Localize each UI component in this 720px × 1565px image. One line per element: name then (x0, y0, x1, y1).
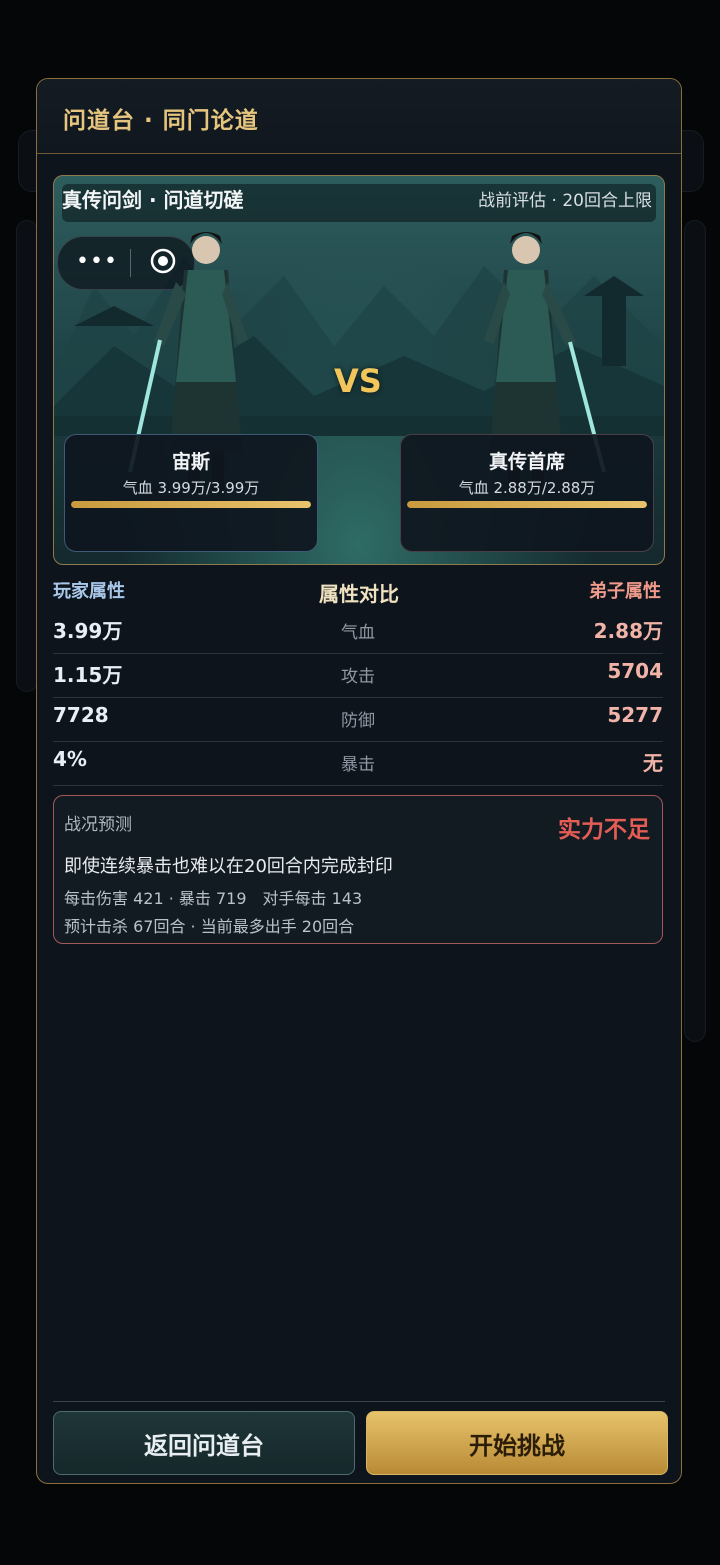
attribute-name: 攻击 (341, 667, 375, 687)
footer-divider (53, 1401, 665, 1402)
battle-scene: 真传问剑 · 问道切磋 战前评估 · 20回合上限 ••• VS 宙斯 气血 3… (53, 175, 665, 565)
opponent-value: 5704 (607, 659, 663, 683)
challenge-modal: 问道台 · 同门论道 真传问剑 · 问道切磋 战前评估 · 20回合上限 ••• (36, 78, 682, 1484)
player-hp-bar (71, 501, 311, 508)
prediction-damage-detail: 每击伤害 421 · 暴击 719 对手每击 143 (64, 889, 363, 908)
player-hp-fill (71, 501, 311, 508)
opponent-hp-bar (407, 501, 647, 508)
start-challenge-button[interactable]: 开始挑战 (366, 1411, 668, 1475)
opponent-name: 真传首席 (488, 451, 565, 473)
opponent-value: 无 (643, 751, 663, 775)
opponent-hp-fill (407, 501, 647, 508)
attribute-row: 7728 防御 5277 (53, 697, 663, 742)
back-button[interactable]: 返回问道台 (53, 1411, 355, 1475)
modal-title: 问道台 · 同门论道 (63, 108, 259, 134)
attribute-row: 3.99万 气血 2.88万 (53, 609, 663, 654)
more-dots-icon[interactable]: ••• (76, 251, 118, 273)
compare-header: 属性对比 (319, 582, 399, 606)
attribute-name: 气血 (341, 623, 375, 643)
attribute-name: 防御 (341, 711, 375, 731)
prediction-rounds-detail: 预计击杀 67回合 · 当前最多出手 20回合 (64, 917, 355, 936)
opponent-attributes-header: 弟子属性 (589, 581, 661, 602)
vs-label: VS (334, 362, 382, 400)
scene-subtitle: 战前评估 · 20回合上限 (478, 191, 652, 211)
opponent-value: 5277 (607, 703, 663, 727)
player-hp-card: 宙斯 气血 3.99万/3.99万 (64, 434, 318, 552)
scene-title: 真传问剑 · 问道切磋 (62, 188, 244, 212)
battle-prediction-panel: 战况预测 实力不足 即使连续暴击也难以在20回合内完成封印 每击伤害 421 ·… (53, 795, 663, 944)
modal-header: 问道台 · 同门论道 (37, 79, 681, 154)
opponent-hp-card: 真传首席 气血 2.88万/2.88万 (400, 434, 654, 552)
background-panel (16, 220, 38, 692)
prediction-label: 战况预测 (64, 815, 132, 835)
attribute-name: 暴击 (341, 755, 375, 775)
prediction-verdict: 实力不足 (558, 817, 650, 843)
background-panel (684, 220, 706, 1042)
opponent-hp-text: 气血 2.88万/2.88万 (458, 479, 596, 497)
player-name: 宙斯 (171, 451, 210, 473)
attribute-row: 1.15万 攻击 5704 (53, 653, 663, 698)
prediction-summary: 即使连续暴击也难以在20回合内完成封印 (64, 856, 393, 877)
player-hp-text: 气血 3.99万/3.99万 (122, 479, 260, 497)
attribute-row: 4% 暴击 无 (53, 741, 663, 786)
opponent-value: 2.88万 (593, 619, 663, 643)
